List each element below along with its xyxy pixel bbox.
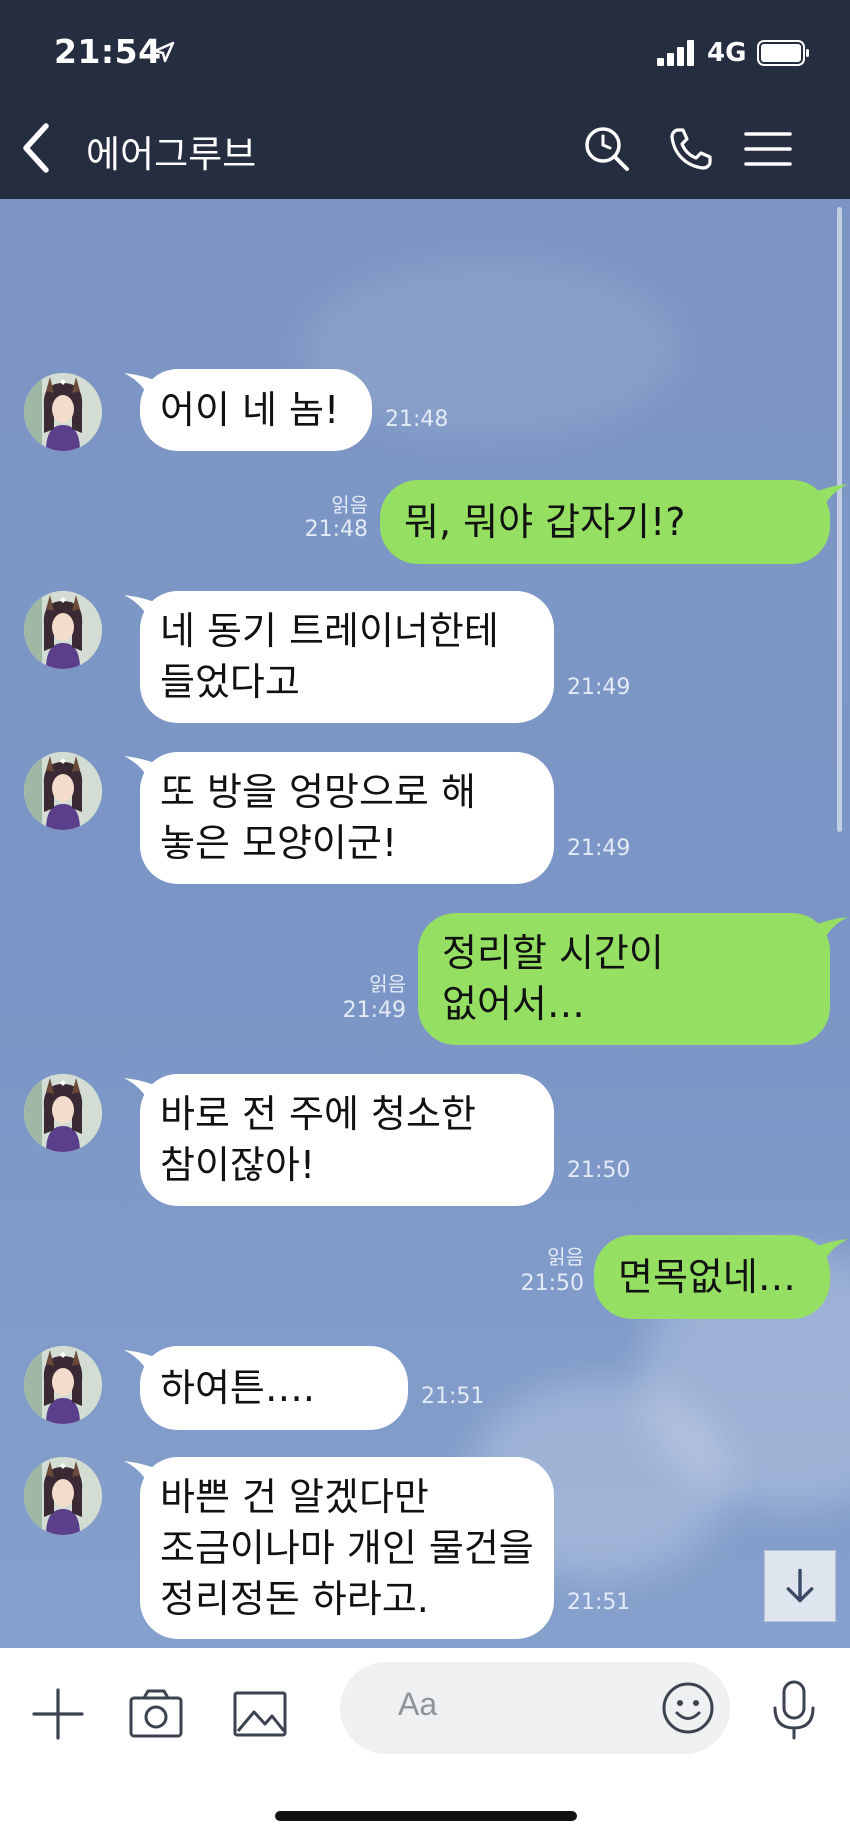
- avatar[interactable]: [24, 591, 102, 669]
- message-text-line: 바쁜 건 알겠다만: [160, 1475, 429, 1519]
- message-timestamp: 21:50: [567, 1158, 631, 1183]
- incoming-message-bubble[interactable]: 어이 네 놈!: [140, 369, 372, 451]
- message-text-line: 놓은 모양이군!: [160, 821, 398, 865]
- battery-icon: [757, 40, 809, 66]
- search-icon[interactable]: [582, 124, 632, 174]
- avatar[interactable]: [24, 1457, 102, 1535]
- bubble-tail: [124, 756, 162, 784]
- outgoing-message-bubble[interactable]: 정리할 시간이없어서…: [418, 913, 830, 1045]
- top-bar: 21:54 4G 에어그루브: [0, 0, 850, 199]
- bubble-tail: [810, 1239, 848, 1267]
- read-receipt: 읽음: [369, 972, 406, 996]
- message-timestamp: 21:50: [520, 1271, 584, 1296]
- camera-icon[interactable]: [126, 1684, 186, 1744]
- message-input[interactable]: Aa: [340, 1662, 730, 1754]
- arrow-down-icon[interactable]: [764, 1550, 836, 1622]
- chat-title: 에어그루브: [86, 133, 257, 176]
- read-receipt: 읽음: [547, 1245, 584, 1269]
- message-text-line: 바로 전 주에 청소한: [160, 1092, 476, 1136]
- phone-icon[interactable]: [666, 124, 716, 174]
- message-text-line: 하여튼….: [160, 1366, 315, 1410]
- incoming-message-bubble[interactable]: 하여튼….: [140, 1346, 408, 1430]
- incoming-message-bubble[interactable]: 바로 전 주에 청소한참이잖아!: [140, 1074, 554, 1206]
- message-timestamp: 21:49: [567, 675, 631, 700]
- back-chevron-icon[interactable]: [18, 120, 54, 176]
- message-text-line: 뭐, 뭐야 갑자기!?: [404, 500, 686, 544]
- message-timestamp: 21:49: [567, 836, 631, 861]
- bubble-tail: [124, 373, 162, 401]
- chat-area[interactable]: 어이 네 놈! 21:48 뭐, 뭐야 갑자기!? 읽음 21:48 네 동기 트레이너한…: [0, 199, 850, 1648]
- outgoing-message-bubble[interactable]: 뭐, 뭐야 갑자기!?: [380, 480, 830, 564]
- message-text-line: 네 동기 트레이너한테: [160, 609, 499, 653]
- message-text-line: 어이 네 놈!: [160, 388, 340, 432]
- bubble-tail: [124, 1078, 162, 1106]
- signal-icon: [657, 40, 697, 66]
- message-text-line: 참이잖아!: [160, 1143, 316, 1187]
- message-text-line: 조금이나마 개인 물건을: [160, 1526, 534, 1570]
- avatar[interactable]: [24, 1346, 102, 1424]
- message-text-line: 면목없네…: [618, 1255, 796, 1299]
- menu-icon[interactable]: [744, 124, 792, 174]
- home-indicator[interactable]: [275, 1811, 577, 1821]
- location-arrow-icon: [153, 41, 175, 63]
- network-type: 4G: [707, 38, 747, 68]
- bubble-tail: [810, 484, 848, 512]
- message-timestamp: 21:48: [304, 517, 368, 542]
- chat-scrollbar[interactable]: [837, 207, 842, 832]
- message-timestamp: 21:51: [421, 1384, 485, 1409]
- message-text-line: 또 방을 엉망으로 해: [160, 770, 476, 814]
- avatar[interactable]: [24, 1074, 102, 1152]
- outgoing-message-bubble[interactable]: 면목없네…: [594, 1235, 830, 1319]
- message-timestamp: 21:51: [567, 1590, 631, 1615]
- message-text-line: 정리할 시간이: [442, 931, 664, 975]
- message-timestamp: 21:49: [342, 998, 406, 1023]
- bubble-tail: [124, 1461, 162, 1489]
- avatar[interactable]: [24, 373, 102, 451]
- emoji-icon[interactable]: [660, 1680, 716, 1736]
- image-icon[interactable]: [232, 1684, 288, 1744]
- message-input-placeholder: Aa: [398, 1686, 438, 1722]
- incoming-message-bubble[interactable]: 또 방을 엉망으로 해놓은 모양이군!: [140, 752, 554, 884]
- message-text-line: 없어서…: [442, 982, 585, 1026]
- bubble-tail: [124, 1350, 162, 1378]
- bubble-tail: [124, 595, 162, 623]
- message-timestamp: 21:48: [385, 407, 449, 432]
- microphone-icon[interactable]: [766, 1678, 822, 1742]
- message-text-line: 정리정돈 하라고.: [160, 1577, 429, 1621]
- plus-icon[interactable]: [28, 1684, 88, 1744]
- status-time: 21:54: [54, 32, 162, 71]
- read-receipt: 읽음: [331, 493, 368, 517]
- incoming-message-bubble[interactable]: 네 동기 트레이너한테들었다고: [140, 591, 554, 723]
- avatar[interactable]: [24, 752, 102, 830]
- incoming-message-bubble[interactable]: 바쁜 건 알겠다만조금이나마 개인 물건을정리정돈 하라고.: [140, 1457, 554, 1639]
- message-text-line: 들었다고: [160, 660, 300, 704]
- bubble-tail: [810, 917, 848, 945]
